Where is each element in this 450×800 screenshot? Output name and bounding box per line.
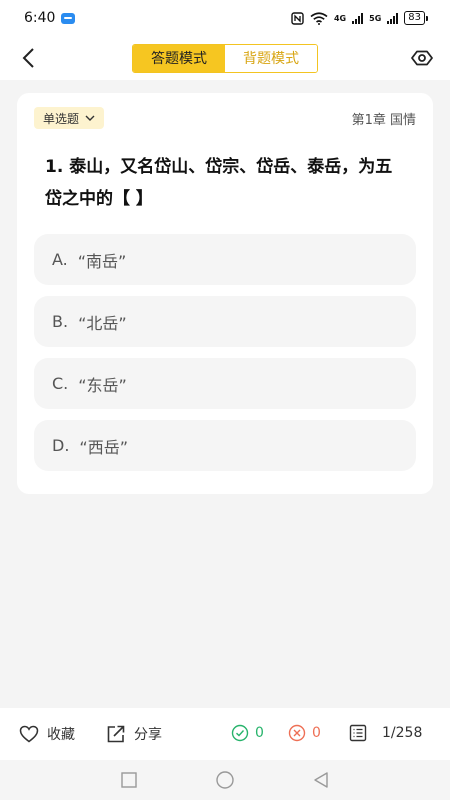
share-button[interactable]: 分享	[106, 724, 162, 744]
wifi-icon	[310, 11, 328, 25]
view-toggle-button[interactable]	[408, 44, 436, 72]
triangle-back-icon	[314, 772, 328, 788]
option-letter: D.	[52, 436, 70, 455]
battery-icon: 83	[404, 11, 428, 25]
header: 答题模式 背题模式	[0, 36, 450, 80]
option-text: “西岳”	[79, 437, 128, 457]
wrong-count[interactable]: 0	[288, 724, 321, 742]
bottom-action-bar: 收藏 分享 0 0 1/258	[0, 708, 450, 760]
option-letter: A.	[52, 250, 68, 269]
signal-4g-icon	[352, 12, 364, 24]
status-right: 4G 5G 83	[291, 11, 428, 25]
status-bar: 6:40 4G 5G 83	[0, 0, 450, 36]
heart-icon	[19, 725, 39, 743]
battery-level: 83	[404, 11, 425, 25]
correct-count[interactable]: 0	[231, 724, 264, 742]
progress-label: 1/258	[382, 725, 423, 741]
chapter-label: 第1章 国情	[351, 113, 416, 128]
option-list: A. “南岳” B. “北岳” C. “东岳” D. “西岳”	[34, 234, 416, 482]
back-nav-button[interactable]	[311, 770, 331, 790]
option-b[interactable]: B. “北岳”	[34, 296, 416, 347]
tab-memorize-mode[interactable]: 背题模式	[225, 44, 317, 72]
net-5g-label: 5G	[369, 13, 382, 23]
status-time: 6:40	[24, 10, 56, 26]
status-left: 6:40	[24, 10, 76, 26]
system-nav-bar	[0, 760, 450, 800]
option-text: “东岳”	[78, 375, 127, 395]
circle-icon	[216, 771, 234, 789]
x-circle-icon	[288, 724, 306, 742]
favorite-label: 收藏	[47, 727, 75, 743]
question-type-label: 单选题	[43, 111, 80, 126]
option-text: “南岳”	[77, 251, 127, 271]
square-icon	[121, 772, 137, 788]
question-type-dropdown[interactable]: 单选题	[34, 107, 105, 129]
share-label: 分享	[134, 727, 162, 743]
home-button[interactable]	[215, 770, 235, 790]
question-list-button[interactable]: 1/258	[349, 724, 422, 742]
option-c[interactable]: C. “东岳”	[34, 358, 416, 409]
share-icon	[107, 725, 125, 743]
option-letter: B.	[52, 312, 69, 331]
option-a[interactable]: A. “南岳”	[34, 234, 416, 285]
list-icon	[349, 724, 367, 742]
nfc-icon	[291, 11, 304, 25]
signal-5g-icon	[387, 12, 399, 24]
back-button[interactable]	[14, 44, 42, 72]
chevron-down-icon	[85, 115, 95, 121]
correct-count-value: 0	[255, 725, 264, 741]
option-text: “北岳”	[78, 313, 127, 333]
eye-icon	[411, 50, 433, 66]
question-card: 单选题 第1章 国情 1. 泰山，又名岱山、岱宗、岱岳、泰岳，为五岱之中的【 】…	[17, 93, 433, 494]
chevron-left-icon	[22, 48, 34, 68]
tab-answer-mode[interactable]: 答题模式	[133, 44, 225, 72]
mode-toggle: 答题模式 背题模式	[132, 43, 318, 73]
recents-button[interactable]	[119, 770, 139, 790]
option-letter: C.	[52, 374, 69, 393]
favorite-button[interactable]: 收藏	[19, 724, 75, 744]
question-text: 1. 泰山，又名岱山、岱宗、岱岳、泰岳，为五岱之中的【 】	[45, 157, 393, 209]
net-4g-label: 4G	[333, 13, 347, 23]
check-circle-icon	[231, 724, 249, 742]
option-d[interactable]: D. “西岳”	[34, 420, 416, 471]
wrong-count-value: 0	[312, 725, 321, 741]
message-notification-icon	[61, 12, 76, 24]
